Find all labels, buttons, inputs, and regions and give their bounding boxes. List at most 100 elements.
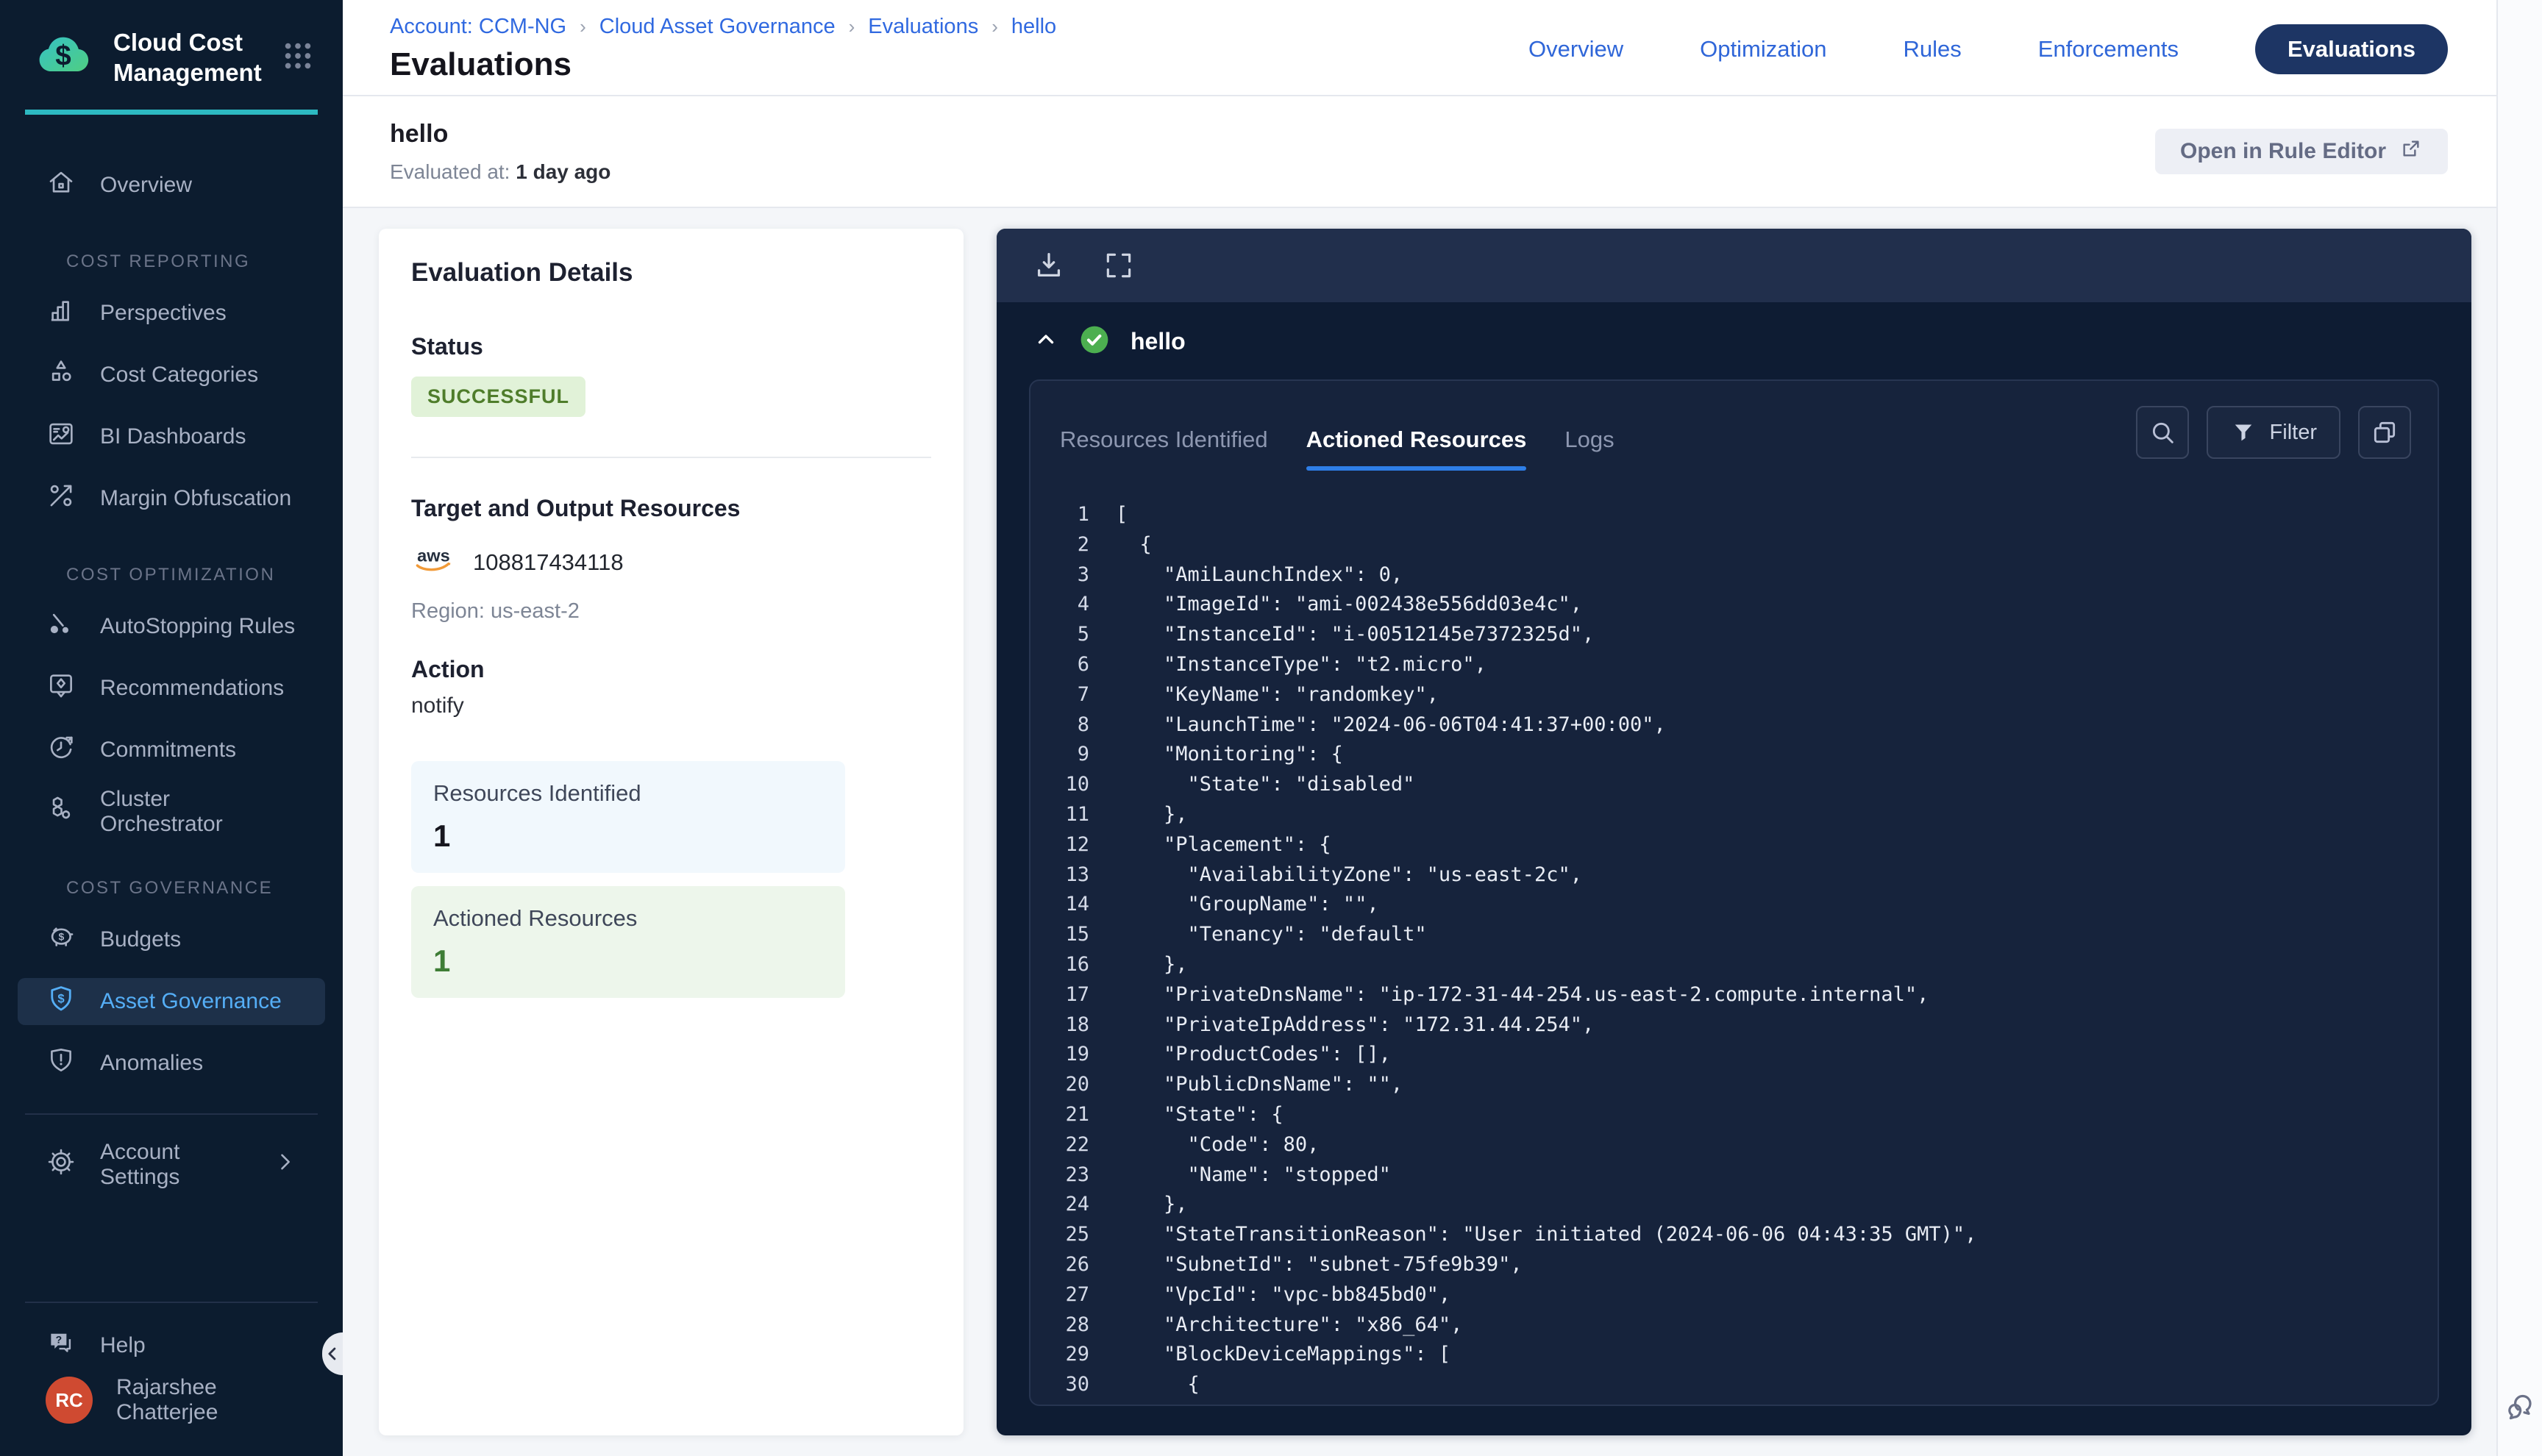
svg-text:$: $ — [55, 40, 71, 71]
copy-button[interactable] — [2358, 406, 2411, 459]
sidebar-item-perspectives[interactable]: Perspectives — [18, 290, 325, 337]
line-text: "KeyName": "randomkey", — [1089, 680, 1439, 710]
line-text: "SubnetId": "subnet-75fe9b39", — [1089, 1250, 1523, 1280]
line-text: "AvailabilityZone": "us-east-2c", — [1089, 860, 1582, 891]
code-line: 17 "PrivateDnsName": "ip-172-31-44-254.u… — [1030, 980, 2438, 1010]
line-text: { — [1089, 1370, 1200, 1400]
evaluation-result-row[interactable]: hello — [1029, 302, 2439, 379]
sidebar-item-overview[interactable]: Overview — [18, 162, 325, 209]
code-line: 3 "AmiLaunchIndex": 0, — [1030, 560, 2438, 590]
code-line: 1 [ — [1030, 500, 2438, 530]
code-line: 16 }, — [1030, 950, 2438, 980]
nav-evaluations-active[interactable]: Evaluations — [2255, 24, 2448, 74]
sidebar-item-label: Perspectives — [100, 301, 227, 326]
download-button[interactable] — [1032, 249, 1066, 282]
sidebar-item-label: Asset Governance — [100, 989, 282, 1014]
sidebar-item-bi-dashboards[interactable]: BI Dashboards — [18, 413, 325, 460]
line-number: 29 — [1030, 1340, 1089, 1370]
line-number: 11 — [1030, 800, 1089, 830]
aws-account-id: 108817434118 — [473, 549, 624, 576]
bar-chart-icon — [46, 295, 76, 332]
sidebar-item-budgets[interactable]: $ Budgets — [18, 916, 325, 963]
evaluation-name: hello — [390, 120, 610, 149]
section-cost-optimization: COST OPTIMIZATION — [66, 565, 343, 585]
line-text: "PrivateIpAddress": "172.31.44.254", — [1089, 1010, 1594, 1041]
sidebar-item-margin-obfuscation[interactable]: Margin Obfuscation — [18, 475, 325, 522]
tab-actioned-resources[interactable]: Actioned Resources — [1306, 427, 1527, 471]
nav-optimization[interactable]: Optimization — [1700, 36, 1826, 63]
search-button[interactable] — [2136, 406, 2189, 459]
hexagons-gear-icon — [46, 793, 76, 830]
nav-overview[interactable]: Overview — [1528, 36, 1623, 63]
line-text: "Tenancy": "default" — [1089, 920, 1427, 950]
main-column: Account: CCM-NG › Cloud Asset Governance… — [343, 0, 2496, 1456]
resources-identified-stat: Resources Identified 1 — [411, 761, 845, 873]
sidebar-user[interactable]: RC Rajarshee Chatterjee — [18, 1377, 325, 1424]
code-line: 6 "InstanceType": "t2.micro", — [1030, 650, 2438, 680]
line-number: 17 — [1030, 980, 1089, 1010]
status-label: Status — [411, 333, 931, 360]
code-line: 28 "Architecture": "x86_64", — [1030, 1310, 2438, 1341]
line-text: "Placement": { — [1089, 830, 1331, 860]
evaluated-at: Evaluated at: 1 day ago — [390, 160, 610, 184]
sidebar-item-anomalies[interactable]: Anomalies — [18, 1040, 325, 1087]
breadcrumb-evaluations[interactable]: Evaluations — [868, 15, 978, 39]
target-account-row: aws 108817434118 — [411, 544, 931, 580]
filter-button[interactable]: Filter — [2207, 406, 2340, 459]
app-grid-icon[interactable] — [281, 39, 315, 76]
svg-text:aws: aws — [417, 546, 450, 565]
sidebar-divider — [25, 1113, 318, 1115]
sidebar-item-recommendations[interactable]: Recommendations — [18, 665, 325, 712]
sidebar-item-help[interactable]: ? Help — [18, 1322, 325, 1369]
breadcrumb-separator: › — [580, 15, 586, 38]
sidebar-item-cluster-orchestrator[interactable]: Cluster Orchestrator — [18, 788, 325, 835]
open-in-rule-editor-button[interactable]: Open in Rule Editor — [2155, 129, 2448, 174]
line-number: 21 — [1030, 1100, 1089, 1130]
sidebar-item-autostopping-rules[interactable]: AutoStopping Rules — [18, 603, 325, 650]
open-in-rule-editor-label: Open in Rule Editor — [2180, 139, 2386, 164]
search-icon — [2148, 418, 2177, 447]
code-viewer[interactable]: 1 [ 2 { 3 — [1030, 471, 2438, 1405]
line-number: 14 — [1030, 890, 1089, 920]
sidebar-item-account-settings[interactable]: Account Settings — [18, 1141, 325, 1188]
nav-rules[interactable]: Rules — [1903, 36, 1961, 63]
fullscreen-button[interactable] — [1103, 249, 1135, 282]
line-number: 30 — [1030, 1370, 1089, 1400]
line-text: }, — [1089, 1190, 1188, 1220]
line-text: }, — [1089, 950, 1188, 980]
sidebar-item-cost-categories[interactable]: Cost Categories — [18, 351, 325, 399]
sidebar-item-label: Anomalies — [100, 1051, 203, 1076]
card-divider — [411, 457, 931, 458]
breadcrumb-hello[interactable]: hello — [1011, 15, 1056, 39]
sidebar-item-asset-governance[interactable]: $ Asset Governance — [18, 978, 325, 1025]
tabs: Resources Identified Actioned Resources … — [1060, 427, 1614, 471]
stat-label: Actioned Resources — [433, 905, 823, 932]
breadcrumb-cloud-asset-governance[interactable]: Cloud Asset Governance — [599, 15, 836, 39]
tab-resources-identified[interactable]: Resources Identified — [1060, 427, 1268, 471]
header-left: Account: CCM-NG › Cloud Asset Governance… — [390, 15, 1056, 83]
line-number: 9 — [1030, 740, 1089, 770]
ccm-cloud-logo-icon: $ — [32, 25, 94, 90]
breadcrumb-separator: › — [991, 15, 998, 38]
tab-actions: Filter — [2136, 406, 2411, 471]
content-area: Evaluation Details Status SUCCESSFUL Tar… — [343, 208, 2496, 1456]
line-text: "InstanceType": "t2.micro", — [1089, 650, 1487, 680]
shield-alert-icon — [46, 1045, 76, 1082]
code-line: 30 { — [1030, 1370, 2438, 1400]
nav-enforcements[interactable]: Enforcements — [2038, 36, 2179, 63]
sidebar-divider — [25, 1302, 318, 1303]
line-number: 6 — [1030, 650, 1089, 680]
breadcrumb-account[interactable]: Account: CCM-NG — [390, 15, 566, 39]
tab-logs[interactable]: Logs — [1564, 427, 1614, 471]
sidebar-item-commitments[interactable]: Commitments — [18, 727, 325, 774]
action-label: Action — [411, 656, 931, 683]
right-rail — [2496, 0, 2542, 1456]
breadcrumb-separator: › — [849, 15, 855, 38]
svg-text:?: ? — [56, 1333, 63, 1345]
code-line: 22 "Code": 80, — [1030, 1130, 2438, 1160]
copy-icon — [2370, 418, 2399, 447]
product-title: Cloud Cost Management — [113, 28, 262, 88]
status-badge: SUCCESSFUL — [411, 377, 585, 417]
chevron-up-icon[interactable] — [1033, 327, 1058, 356]
support-chat-icon[interactable] — [2502, 1391, 2538, 1430]
